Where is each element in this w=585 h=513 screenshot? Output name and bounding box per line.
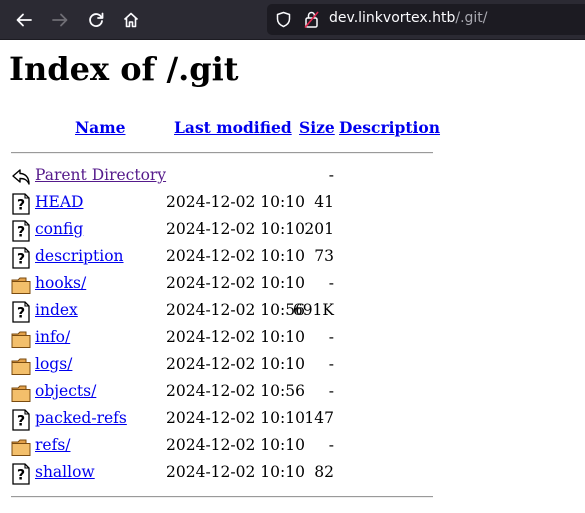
entry-link[interactable]: index [35,301,78,319]
header-divider [11,152,433,154]
file-unknown-icon: ? [11,463,31,485]
sort-by-name-link[interactable]: Name [75,118,125,137]
parent-directory-row: Parent Directory - [9,165,439,192]
file-size: - [328,355,334,373]
svg-text:?: ? [17,468,25,484]
file-size: - [328,274,334,292]
url-text[interactable]: dev.linkvortex.htb/.git/ [329,10,488,26]
table-row: ? index 2024-12-02 10:56 691K [9,300,439,327]
modified-date: 2024-12-02 10:10 [166,193,305,211]
shield-icon[interactable] [275,11,292,28]
forward-button[interactable] [44,4,76,36]
browser-toolbar: dev.linkvortex.htb/.git/ [0,0,585,40]
table-row: refs/2024-12-02 10:10 - [9,435,439,462]
table-row: ? description 2024-12-02 10:10 73 [9,246,439,273]
sort-by-description-link[interactable]: Description [339,118,440,137]
folder-icon [11,355,31,377]
home-button[interactable] [115,4,147,36]
arrow-right-icon [52,13,68,27]
sort-by-modified-link[interactable]: Last modified [174,118,292,137]
file-size: 73 [314,247,334,265]
folder-icon [11,274,31,296]
modified-date: 2024-12-02 10:10 [166,247,305,265]
modified-date: 2024-12-02 10:10 [166,328,305,346]
parent-directory-link[interactable]: Parent Directory [35,166,166,184]
modified-date: 2024-12-02 10:10 [166,355,305,373]
file-unknown-icon: ? [11,220,31,242]
entry-link[interactable]: refs/ [35,436,71,454]
folder-icon [11,436,31,458]
file-unknown-icon: ? [11,301,31,323]
svg-text:?: ? [17,306,25,322]
modified-date: 2024-12-02 10:10 [166,220,305,238]
table-row: ? config 2024-12-02 10:10 201 [9,219,439,246]
insecure-lock-icon[interactable] [303,10,320,29]
file-unknown-icon: ? [11,247,31,269]
svg-text:?: ? [17,225,25,241]
modified-date: 2024-12-02 10:10 [166,436,305,454]
file-size: - [328,328,334,346]
file-size: - [328,166,334,184]
table-row: ? HEAD 2024-12-02 10:10 41 [9,192,439,219]
svg-text:?: ? [17,198,25,214]
entry-link[interactable]: HEAD [35,193,83,211]
folder-icon [11,328,31,350]
entry-link[interactable]: hooks/ [35,274,86,292]
table-row: logs/2024-12-02 10:10 - [9,354,439,381]
modified-date: 2024-12-02 10:10 [166,274,305,292]
svg-text:?: ? [17,252,25,268]
file-size: 147 [304,409,334,427]
entry-link[interactable]: config [35,220,83,238]
modified-date: 2024-12-02 10:56 [166,301,305,319]
file-size: - [328,382,334,400]
back-button[interactable] [8,4,40,36]
table-row: ? packed-refs 2024-12-02 10:10 147 [9,408,439,435]
entry-link[interactable]: logs/ [35,355,72,373]
modified-date: 2024-12-02 10:10 [166,463,305,481]
entry-link[interactable]: objects/ [35,382,96,400]
entry-link[interactable]: packed-refs [35,409,127,427]
file-size: 691K [292,301,334,319]
reload-button[interactable] [80,4,112,36]
entry-link[interactable]: shallow [35,463,95,481]
file-size: 41 [314,193,334,211]
file-unknown-icon: ? [11,193,31,215]
table-row: objects/2024-12-02 10:56 - [9,381,439,408]
footer-divider [11,496,433,498]
entry-link[interactable]: description [35,247,124,265]
table-row: hooks/2024-12-02 10:10 - [9,273,439,300]
address-bar[interactable]: dev.linkvortex.htb/.git/ [267,4,585,35]
table-row: ? shallow 2024-12-02 10:10 82 [9,462,439,489]
url-host: dev.linkvortex.htb [329,10,456,26]
url-path: /.git/ [455,10,488,26]
folder-icon [11,382,31,404]
modified-date: 2024-12-02 10:10 [166,409,305,427]
arrow-left-icon [16,13,32,27]
reload-icon [89,12,104,27]
file-size: - [328,436,334,454]
back-icon [11,166,31,188]
svg-text:?: ? [17,414,25,430]
sort-by-size-link[interactable]: Size [299,118,335,137]
table-row: info/2024-12-02 10:10 - [9,327,439,354]
file-unknown-icon: ? [11,409,31,431]
modified-date: 2024-12-02 10:56 [166,382,305,400]
file-size: 201 [304,220,334,238]
file-size: 82 [314,463,334,481]
entry-link[interactable]: info/ [35,328,70,346]
home-icon [123,12,139,28]
page-title: Index of /.git [9,50,239,88]
